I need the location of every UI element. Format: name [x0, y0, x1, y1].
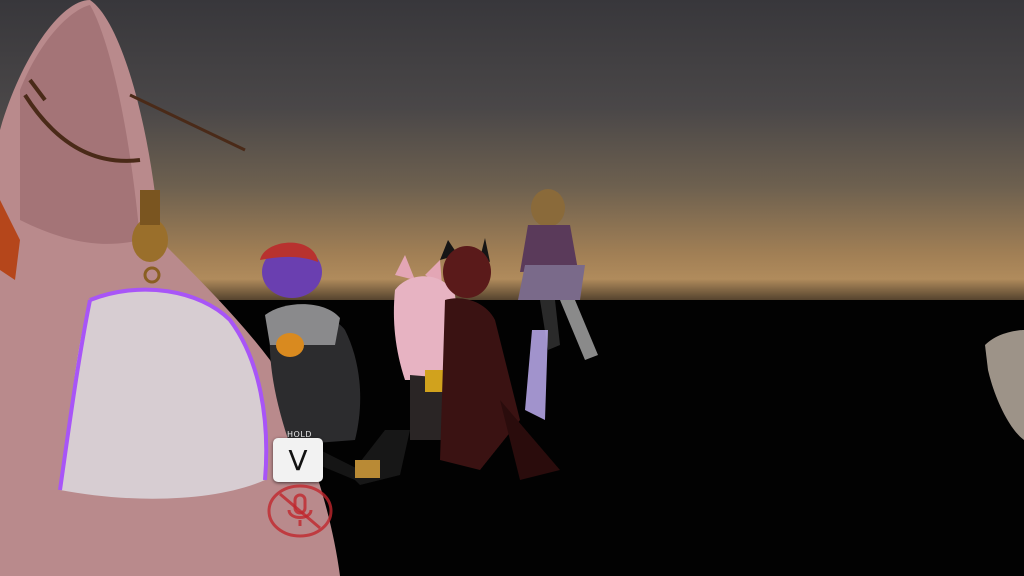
push-to-talk-key-badge: V — [273, 438, 323, 482]
world-scene — [0, 0, 1024, 576]
avatar-right-edge — [985, 330, 1024, 440]
avatar-floating-sword — [518, 189, 598, 420]
mic-muted-icon — [267, 484, 333, 538]
